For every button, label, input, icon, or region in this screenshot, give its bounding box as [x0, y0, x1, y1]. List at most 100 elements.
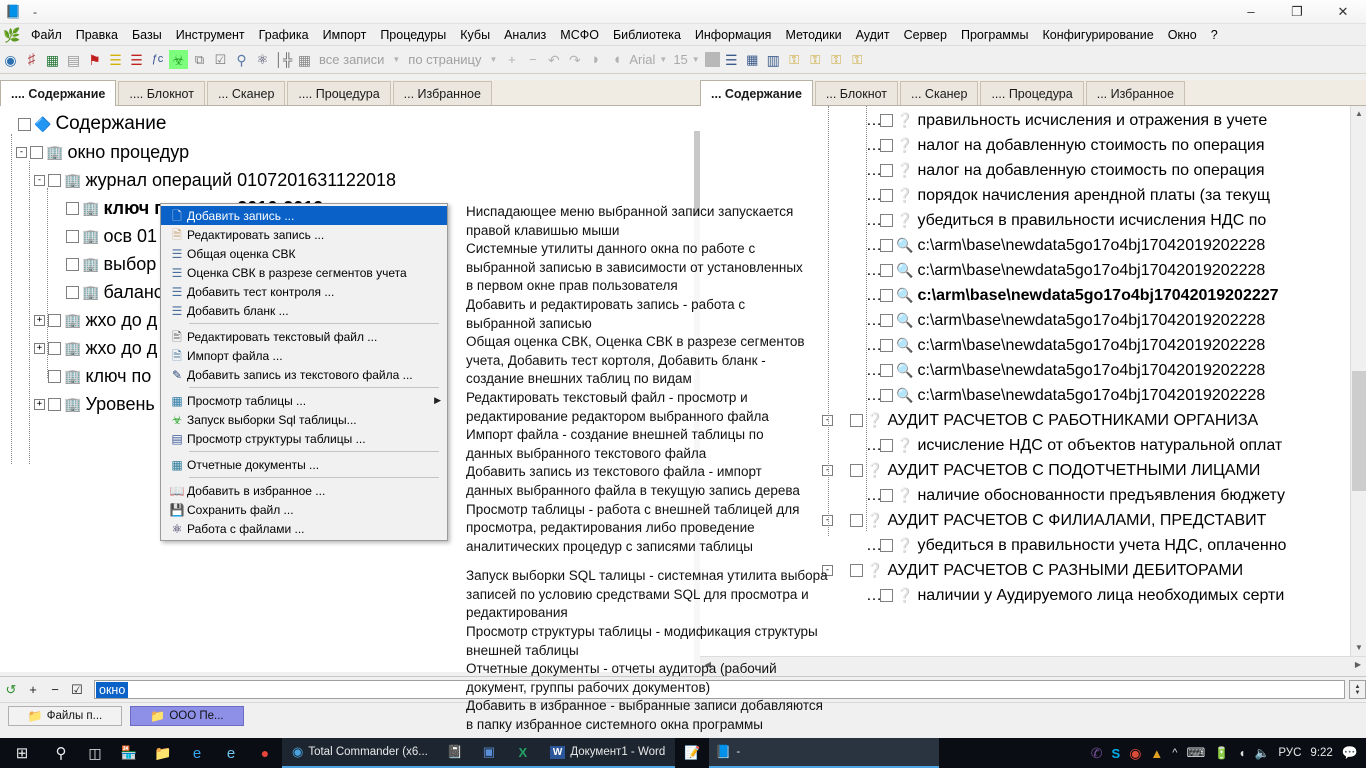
left-tab-procedura[interactable]: .... Процедура [287, 81, 391, 106]
tree-row[interactable]: - 🏢 журнал операций 0107201631122018 [34, 166, 700, 194]
sort-yellow-icon[interactable]: ☰ [106, 50, 125, 69]
tree-checkbox[interactable] [850, 414, 863, 427]
tree-checkbox[interactable] [48, 369, 61, 383]
tree-checkbox[interactable] [66, 229, 79, 243]
menu-audit[interactable]: Аудит [849, 26, 897, 44]
minus-icon[interactable]: − [46, 681, 64, 699]
mdi-button-files[interactable]: 📁 Файлы п... [8, 705, 122, 726]
internet-explorer-icon[interactable]: e [214, 738, 248, 768]
tree-checkbox[interactable] [850, 564, 863, 577]
tree-row[interactable]: … ❔ налог на добавленную стоимость по оп… [700, 158, 1366, 183]
ctx-edit-record[interactable]: 🗎 Редактировать запись ... [161, 225, 447, 244]
ctx-edit-text-file[interactable]: 🖹 Редактировать текстовый файл ... [161, 327, 447, 346]
scroll-right-icon[interactable]: ▶ [1350, 657, 1366, 673]
ctx-report-documents[interactable]: ▦ Отчетные документы ... [161, 455, 447, 474]
ctx-table-structure[interactable]: ▤ Просмотр структуры таблицы ... [161, 429, 447, 448]
tree-checkbox[interactable] [880, 589, 893, 602]
tree-checkbox[interactable] [880, 539, 893, 552]
tree-checkbox[interactable] [880, 264, 893, 277]
redo-icon[interactable]: ↷ [565, 50, 584, 69]
notepad-task[interactable]: 📓 [437, 738, 472, 768]
ctx-add-record[interactable]: 🗋 Добавить запись ... [161, 206, 447, 225]
minus-icon[interactable]: − [523, 50, 542, 69]
menu-cubes[interactable]: Кубы [453, 26, 497, 44]
tree-checkbox[interactable] [880, 214, 893, 227]
tree-checkbox[interactable] [48, 397, 61, 411]
menu-file[interactable]: Файл [24, 26, 69, 44]
menu-edit[interactable]: Правка [69, 26, 125, 44]
refresh-icon[interactable]: ↺ [2, 681, 20, 699]
key2-icon[interactable]: ⚿ [806, 50, 825, 69]
globe-icon[interactable]: ◉ [1, 50, 20, 69]
right-scroll-thumb[interactable] [1352, 371, 1366, 491]
menu-help[interactable]: ? [1204, 26, 1225, 44]
right-tab-bloknot[interactable]: ... Блокнот [814, 81, 899, 106]
left-tab-izbrannoe[interactable]: ... Избранное [392, 81, 492, 106]
tree-checkbox[interactable] [18, 117, 31, 131]
taskbar-clock[interactable]: 9:22 [1310, 747, 1332, 759]
bug-green-icon[interactable]: ☣ [169, 50, 188, 69]
menu-programs[interactable]: Программы [954, 26, 1036, 44]
menu-library[interactable]: Библиотека [606, 26, 688, 44]
ctx-file-work[interactable]: ⚛ Работа с файлами ... [161, 519, 447, 538]
right-tab-soderzhanie[interactable]: ... Содержание [700, 80, 813, 106]
menu-procedures[interactable]: Процедуры [373, 26, 453, 44]
tree-checkbox[interactable] [880, 389, 893, 402]
action-center-icon[interactable]: 💬 [1342, 745, 1358, 761]
spin-down-icon[interactable]: ▼ [1355, 690, 1361, 696]
menu-configuration[interactable]: Конфигурирование [1035, 26, 1160, 44]
tree-row[interactable]: … ❔ налог на добавленную стоимость по оп… [700, 133, 1366, 158]
flag-red-icon[interactable]: ⚑ [85, 50, 104, 69]
file-explorer-icon[interactable]: 📁 [146, 738, 180, 768]
word-task[interactable]: W Документ1 - Word [539, 738, 676, 768]
right-tab-skaner[interactable]: ... Сканер [900, 81, 979, 106]
tree-checkbox[interactable] [880, 439, 893, 452]
search-icon[interactable]: ⚲ [44, 738, 78, 768]
keyboard-icon[interactable]: ⌨ [1186, 745, 1205, 761]
ctx-add-record-from-file[interactable]: ✎ Добавить запись из текстового файла ..… [161, 365, 447, 384]
edge-icon[interactable]: e [180, 738, 214, 768]
per-page-dropdown-arrow[interactable]: ▼ [489, 55, 497, 64]
tree-checkbox[interactable] [850, 514, 863, 527]
binoculars-icon[interactable]: ⚛ [253, 50, 272, 69]
tree-checkbox[interactable] [48, 313, 61, 327]
color-swatch-icon[interactable] [704, 52, 720, 67]
ctx-add-favorite[interactable]: 📖 Добавить в избранное ... [161, 481, 447, 500]
left-tab-bloknot[interactable]: .... Блокнот [118, 81, 205, 106]
tree-checkbox[interactable] [48, 173, 61, 187]
tree-expander[interactable]: - [34, 174, 45, 186]
lines-view-icon[interactable]: ☰ [722, 50, 741, 69]
menu-ifrs[interactable]: МСФО [553, 26, 606, 44]
ctx-view-table[interactable]: ▦ Просмотр таблицы ... ▶ [161, 391, 447, 410]
tree-checkbox[interactable] [880, 164, 893, 177]
store-icon[interactable]: 🏪 [112, 738, 146, 768]
task-view-icon[interactable]: ◫ [78, 738, 112, 768]
tree-checkbox[interactable] [48, 341, 61, 355]
chrome-icon[interactable]: ◉ [1129, 745, 1141, 762]
menu-window[interactable]: Окно [1161, 26, 1204, 44]
columns-view-icon[interactable]: ▥ [764, 50, 783, 69]
key3-icon[interactable]: ⚿ [827, 50, 846, 69]
audit-app-task[interactable]: 📘 - [709, 738, 940, 768]
volume-icon[interactable]: 🔈 [1254, 746, 1269, 760]
viber-icon[interactable]: ✆ [1091, 745, 1103, 762]
window-maximize-button[interactable]: ❐ [1274, 0, 1320, 24]
app-blue-task[interactable]: ▣ [471, 738, 506, 768]
skype-icon[interactable]: S [1112, 746, 1121, 761]
tree-checkbox[interactable] [850, 464, 863, 477]
language-indicator[interactable]: РУС [1278, 747, 1301, 759]
total-commander-task[interactable]: ◉ Total Commander (x6... [282, 738, 438, 768]
check-icon[interactable]: ☑ [68, 681, 86, 699]
grid-red-icon[interactable]: ♯ [22, 50, 41, 69]
sort-red-icon[interactable]: ☰ [127, 50, 146, 69]
menu-methods[interactable]: Методики [778, 26, 848, 44]
tree-expander[interactable]: + [34, 342, 45, 354]
menu-instrument[interactable]: Инструмент [169, 26, 252, 44]
tree-checkbox[interactable] [66, 201, 79, 215]
tree-checkbox[interactable] [880, 189, 893, 202]
font-size-combo[interactable]: 15 [673, 52, 687, 67]
tree-checkbox[interactable] [880, 489, 893, 502]
search-icon[interactable]: ⚲ [232, 50, 251, 69]
tree-checkbox[interactable] [880, 339, 893, 352]
page-left-icon[interactable]: ◗ [586, 50, 605, 69]
